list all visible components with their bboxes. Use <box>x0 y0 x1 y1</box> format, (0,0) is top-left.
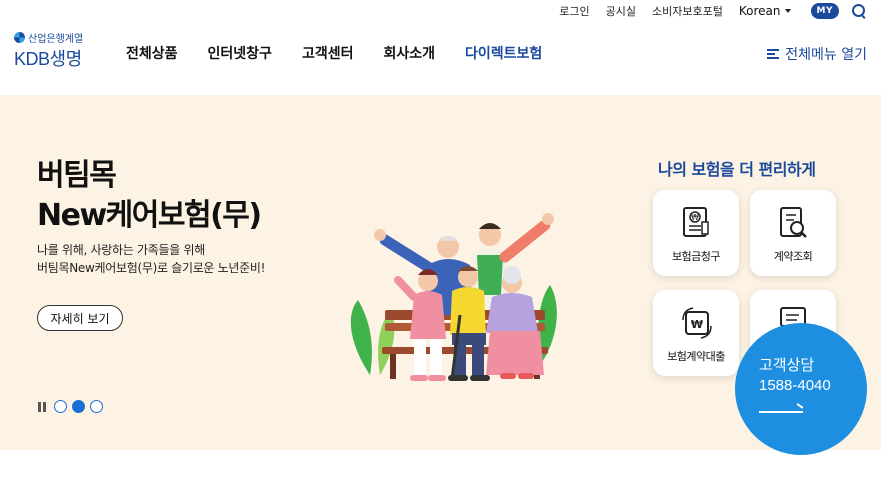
pause-icon[interactable] <box>37 401 47 412</box>
slide-dot-3[interactable] <box>90 400 103 413</box>
my-button[interactable]: MY <box>810 3 839 19</box>
quick-menu-title: 나의 보험을 더 편리하게 <box>658 160 816 179</box>
notice-link[interactable]: 공시실 <box>606 3 636 19</box>
kdb-emblem-icon <box>14 32 25 43</box>
all-menu-label: 전체메뉴 열기 <box>785 47 867 63</box>
contract-search-icon <box>780 207 807 238</box>
customer-service-phone: 1588-4040 <box>759 377 831 394</box>
slide-dot-2[interactable] <box>72 400 85 413</box>
hero-title-line2: New케어보험(무) <box>37 198 262 233</box>
family-illustration <box>350 213 557 381</box>
consumer-portal-link[interactable]: 소비자보호포털 <box>652 3 723 19</box>
caret-down-icon <box>784 9 791 13</box>
slide-dot-1[interactable] <box>54 400 67 413</box>
logo[interactable]: 산업은행계열 KDB생명 <box>14 30 83 71</box>
detail-button[interactable]: 자세히 보기 <box>37 305 123 331</box>
customer-service-label: 고객상담 <box>759 356 815 374</box>
nav-customer-center[interactable]: 고객센터 <box>302 43 354 63</box>
language-select[interactable]: Korean <box>739 4 791 18</box>
nav-direct-insurance[interactable]: 다이렉트보험 <box>465 43 542 63</box>
language-label: Korean <box>738 4 781 18</box>
hero-desc-line2: 버팀목New케어보험(무)로 슬기로운 노년준비! <box>37 261 266 275</box>
hero-desc-line1: 나를 위해, 사랑하는 가족들을 위해 <box>37 243 205 257</box>
slide-controls <box>37 400 103 413</box>
quick-contract-search-button[interactable]: 계약조회 <box>750 190 836 276</box>
logo-subtitle: 산업은행계열 <box>28 34 84 45</box>
hero-title-line1: 버팀목 <box>37 158 117 193</box>
hero-title: 버팀목 New케어보험(무) <box>37 156 262 236</box>
quick-loan-label: 보험계약대출 <box>667 350 725 363</box>
quick-contract-search-label: 계약조회 <box>773 250 813 263</box>
svg-text:₩: ₩ <box>691 213 699 222</box>
quick-loan-button[interactable]: ₩ 보험계약대출 <box>653 290 739 376</box>
quick-claim-label: 보험금청구 <box>671 250 721 263</box>
all-menu-button[interactable]: 전체메뉴 열기 <box>767 44 867 64</box>
svg-text:₩: ₩ <box>691 318 703 331</box>
claim-document-icon: ₩ <box>683 207 709 237</box>
loan-icon: ₩ <box>682 307 712 339</box>
nav-all-products[interactable]: 전체상품 <box>126 43 178 63</box>
customer-service-button[interactable]: 고객상담 1588-4040 <box>735 323 867 455</box>
nav-internet-window[interactable]: 인터넷창구 <box>208 43 272 63</box>
quick-claim-button[interactable]: ₩ 보험금청구 <box>653 190 739 276</box>
utility-bar: 로그인 공시실 소비자보호포털 Korean MY <box>559 0 881 22</box>
main-navigation: 전체상품 인터넷창구 고객센터 회사소개 다이렉트보험 <box>126 43 542 63</box>
nav-company-intro[interactable]: 회사소개 <box>383 43 435 63</box>
menu-icon <box>767 49 780 59</box>
search-icon[interactable] <box>851 3 867 19</box>
logo-name: KDB생명 <box>14 49 82 69</box>
hero-description: 나를 위해, 사랑하는 가족들을 위해 버팀목New케어보험(무)로 슬기로운 … <box>37 241 265 277</box>
arrow-right-icon <box>759 405 803 413</box>
logo-subtitle-row: 산업은행계열 <box>14 30 83 45</box>
login-link[interactable]: 로그인 <box>559 3 589 19</box>
